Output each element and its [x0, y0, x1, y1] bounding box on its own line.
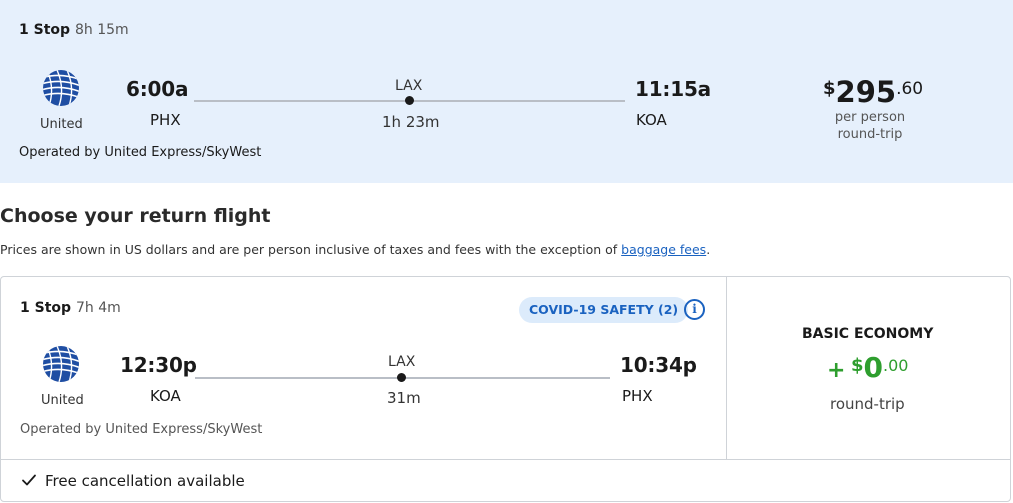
return-layover: 31m — [387, 389, 421, 407]
return-airline-name: United — [41, 393, 84, 408]
fare-round-trip: round-trip — [830, 395, 905, 413]
return-duration: 7h 4m — [76, 300, 121, 316]
return-operated-by: Operated by United Express/SkyWest — [20, 422, 263, 437]
fare-currency: $ — [851, 355, 864, 376]
outbound-price: $295.60 — [823, 75, 923, 109]
page-title: Choose your return flight — [0, 205, 271, 227]
outbound-destination: KOA — [636, 111, 667, 129]
info-icon[interactable]: i — [684, 299, 705, 320]
outbound-origin: PHX — [150, 111, 181, 129]
fare-plus: + — [827, 358, 846, 383]
return-via: LAX — [388, 354, 416, 370]
outbound-airline-name: United — [40, 117, 83, 132]
united-logo-icon — [43, 70, 79, 106]
price-notice-text: Prices are shown in US dollars and are p… — [0, 242, 618, 257]
return-stop-dot — [397, 373, 406, 382]
outbound-operated-by: Operated by United Express/SkyWest — [19, 145, 262, 160]
outbound-arrive-time: 11:15a — [635, 77, 711, 101]
price-notice-end: . — [706, 242, 711, 257]
checkmark-icon — [22, 474, 36, 486]
price-notice: Prices are shown in US dollars and are p… — [0, 242, 710, 257]
outbound-stops: 1 Stop — [19, 22, 71, 38]
outbound-layover: 1h 23m — [382, 113, 440, 131]
return-stops: 1 Stop — [20, 300, 72, 316]
card-divider-horizontal — [1, 459, 1011, 460]
outbound-price-sub1: per person — [834, 110, 906, 125]
fare-class-label: BASIC ECONOMY — [802, 326, 934, 342]
outbound-price-currency: $ — [823, 78, 836, 99]
baggage-fees-link[interactable]: baggage fees — [621, 242, 706, 257]
return-destination: PHX — [622, 387, 653, 405]
outbound-duration: 8h 15m — [75, 22, 129, 38]
fare-price[interactable]: + $0.00 — [827, 351, 908, 384]
return-arrive-time: 10:34p — [620, 353, 697, 377]
united-logo-icon — [43, 346, 79, 382]
free-cancellation-text: Free cancellation available — [45, 472, 245, 490]
outbound-via: LAX — [395, 78, 423, 94]
fare-price-cents: .00 — [883, 356, 909, 375]
return-origin: KOA — [150, 387, 181, 405]
return-depart-time: 12:30p — [120, 353, 197, 377]
outbound-stop-dot — [405, 96, 414, 105]
outbound-price-sub2: round-trip — [837, 127, 903, 142]
covid-safety-badge[interactable]: COVID-19 SAFETY (2) — [519, 297, 689, 323]
outbound-price-main: 295 — [835, 75, 897, 109]
card-divider-vertical — [726, 276, 727, 460]
fare-price-main: 0 — [863, 351, 884, 384]
outbound-price-cents: .60 — [896, 79, 924, 99]
outbound-depart-time: 6:00a — [126, 77, 189, 101]
